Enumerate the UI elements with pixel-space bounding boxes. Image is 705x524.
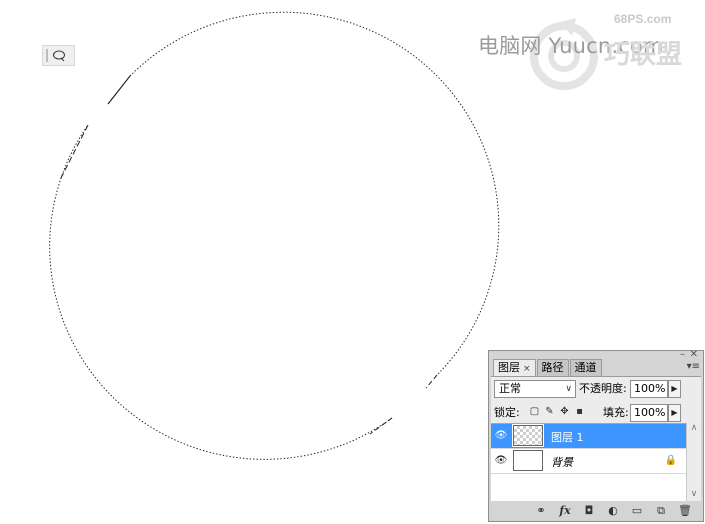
eye-icon[interactable]: 👁 [494,454,508,468]
lock-label: 锁定: [494,406,520,419]
chevron-down-icon: ∨ [565,384,572,394]
blend-opacity-row: 正常 ∨ 不透明度: 100% ▶ [494,380,697,398]
lock-all-icon[interactable]: ▪ [574,406,585,418]
lasso-icon [46,49,65,62]
new-group-icon[interactable]: ▭ [629,504,645,518]
delete-layer-icon[interactable]: 🗑 [677,504,693,518]
layers-panel: – ✕ 图层 × 路径 通道 ▾≡ 正常 ∨ 不透明度: 100% ▶ 锁定: ▢… [488,349,704,522]
lock-icon: 🔒 [664,455,677,466]
fill-slider-button[interactable]: ▶ [668,404,681,422]
footer-actions: ⚭ fx ◘ ◐ ▭ ⧉ 🗑 [533,504,693,518]
panel-body: 正常 ∨ 不透明度: 100% ▶ 锁定: ▢ ✎ ✥ ▪ 填充: 100% ▶… [491,376,701,501]
add-mask-icon[interactable]: ◘ [581,504,597,518]
layers-list: 👁 图层 1 👁 背景 🔒 [491,423,687,501]
tab-close-icon[interactable]: × [523,364,531,374]
eye-icon[interactable]: 👁 [494,429,508,443]
selection-dash-right [425,374,438,389]
elliptical-selection-outline [129,11,500,376]
minimize-icon[interactable]: – [680,349,685,360]
panel-menu-icon[interactable]: ▾≡ [687,361,700,372]
scroll-down-icon[interactable]: ∨ [687,489,701,499]
tab-channels[interactable]: 通道 [569,359,602,376]
panel-titlebar[interactable]: – ✕ [489,349,703,360]
layer-name: 背景 [551,456,573,469]
fill-input[interactable]: 100% [630,404,668,422]
panel-tabs: 图层 × 路径 通道 [493,359,603,377]
opacity-slider-button[interactable]: ▶ [668,380,681,398]
close-icon[interactable]: ✕ [690,349,698,360]
lock-options: ▢ ✎ ✥ ▪ [529,406,585,420]
layer-style-icon[interactable]: fx [557,504,573,518]
lock-fill-row: 锁定: ▢ ✎ ✥ ▪ 填充: 100% ▶ [494,404,697,422]
layers-scrollbar[interactable]: ∧ ∨ [686,423,701,501]
panel-footer: ⚭ fx ◘ ◐ ▭ ⧉ 🗑 [489,501,703,521]
layer-thumbnail [513,450,543,471]
watermark-site: 68PS.com [614,12,672,26]
new-layer-icon[interactable]: ⧉ [653,504,669,518]
lasso-tool-button[interactable] [42,45,75,66]
lock-image-icon[interactable]: ✎ [544,406,555,418]
layer-row-layer1[interactable]: 👁 图层 1 [491,424,687,449]
layer-row-background[interactable]: 👁 背景 🔒 [491,449,687,474]
layer-thumbnail [512,424,544,447]
tab-paths[interactable]: 路径 [536,359,569,376]
opacity-input[interactable]: 100% [630,380,668,398]
lock-position-icon[interactable]: ✥ [559,406,570,418]
selection-outline-lower [49,124,393,460]
lock-transparency-icon[interactable]: ▢ [529,406,540,418]
fill-label: 填充: [603,406,629,419]
link-layers-icon[interactable]: ⚭ [533,504,549,518]
selection-dash-topleft [107,75,131,105]
blend-mode-select[interactable]: 正常 ∨ [494,380,576,398]
adjustment-layer-icon[interactable]: ◐ [605,504,621,518]
opacity-label: 不透明度: [579,382,627,395]
selection-dash-left [59,124,89,181]
watermark-brand: 巧联盟 [604,40,683,70]
tab-layers[interactable]: 图层 × [493,359,536,377]
layer-name: 图层 1 [551,431,584,444]
scroll-up-icon[interactable]: ∧ [687,423,701,433]
